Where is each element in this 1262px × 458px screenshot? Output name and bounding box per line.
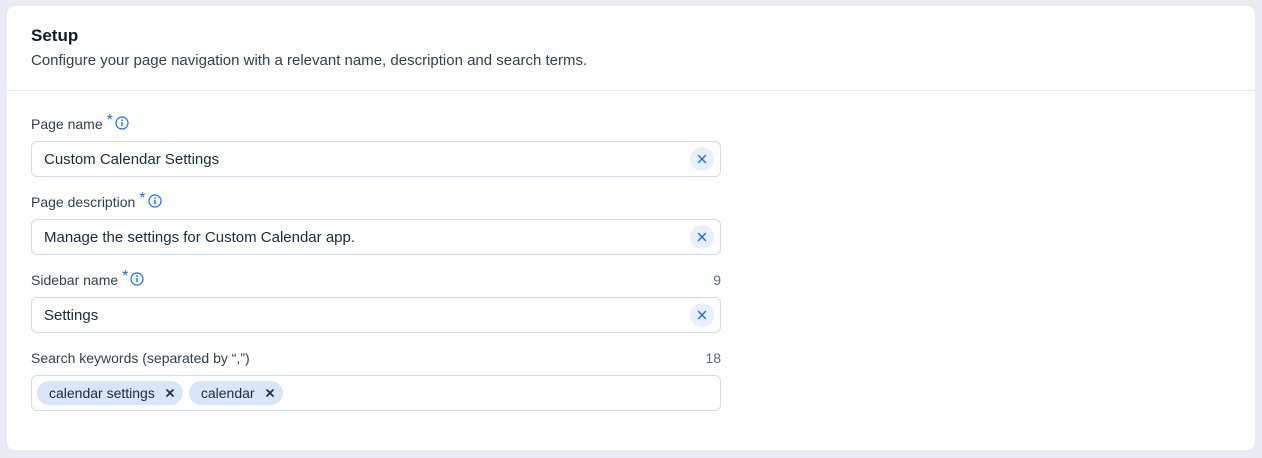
- remove-tag-button[interactable]: [163, 386, 177, 400]
- section-title: Setup: [31, 26, 79, 45]
- search-keywords-label-row: Search keywords (separated by “,”) 18: [31, 349, 721, 367]
- search-keywords-input[interactable]: calendar settings calendar: [31, 375, 721, 411]
- required-indicator: *: [139, 190, 146, 207]
- keyword-tag-label: calendar settings: [49, 385, 155, 401]
- close-icon: [166, 389, 174, 397]
- page-name-label: Page name: [31, 116, 103, 132]
- info-icon[interactable]: [147, 194, 162, 208]
- clear-page-name-button[interactable]: [690, 147, 714, 171]
- required-indicator: *: [122, 268, 129, 285]
- form: Page name * Custom Calendar Settings Pag…: [7, 91, 1255, 411]
- section-header: Setup Configure your page navigation wit…: [7, 6, 1255, 91]
- sidebar-name-value[interactable]: Settings: [44, 307, 690, 324]
- sidebar-name-label-row: Sidebar name * 9: [31, 268, 721, 289]
- page-description-field: Page description * Manage the settings f…: [31, 190, 721, 255]
- remove-tag-button[interactable]: [263, 386, 277, 400]
- sidebar-name-input[interactable]: Settings: [31, 297, 721, 333]
- page-name-value[interactable]: Custom Calendar Settings: [44, 151, 690, 168]
- close-icon: [697, 232, 707, 242]
- sidebar-name-char-counter: 9: [713, 272, 721, 288]
- section-subtitle: Configure your page navigation with a re…: [31, 52, 588, 69]
- sidebar-name-label: Sidebar name: [31, 272, 119, 288]
- sidebar-name-field: Sidebar name * 9 Settings: [31, 268, 721, 333]
- page-description-label-row: Page description *: [31, 190, 721, 211]
- keyword-tag: calendar: [188, 381, 283, 405]
- required-indicator: *: [106, 112, 113, 129]
- page-description-label: Page description: [31, 194, 136, 210]
- page-name-field: Page name * Custom Calendar Settings: [31, 112, 721, 177]
- search-keywords-label: Search keywords (separated by “,”): [31, 350, 250, 366]
- close-icon: [697, 154, 707, 164]
- page-name-input[interactable]: Custom Calendar Settings: [31, 141, 721, 177]
- keyword-tag-label: calendar: [200, 385, 255, 401]
- keyword-tag: calendar settings: [37, 381, 183, 405]
- page-name-label-row: Page name *: [31, 112, 721, 133]
- info-icon[interactable]: [130, 272, 145, 286]
- close-icon: [697, 310, 707, 320]
- info-icon[interactable]: [115, 116, 129, 130]
- search-keywords-char-counter: 18: [705, 350, 721, 366]
- search-keywords-field: Search keywords (separated by “,”) 18 ca…: [31, 349, 721, 411]
- page-description-value[interactable]: Manage the settings for Custom Calendar …: [44, 229, 690, 246]
- clear-page-description-button[interactable]: [690, 225, 714, 249]
- setup-card: Setup Configure your page navigation wit…: [7, 6, 1255, 450]
- close-icon: [265, 389, 274, 397]
- page-description-input[interactable]: Manage the settings for Custom Calendar …: [31, 219, 721, 255]
- clear-sidebar-name-button[interactable]: [690, 303, 714, 327]
